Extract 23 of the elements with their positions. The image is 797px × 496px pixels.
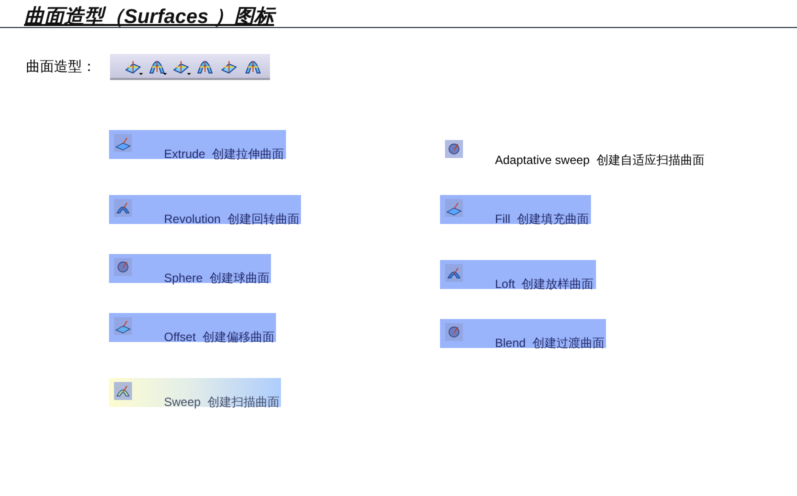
tool-description: Sweep 创建扫描曲面: [164, 395, 280, 409]
surface-tool-icon: [114, 382, 132, 400]
surface-dropdown-icon: [148, 58, 168, 76]
tool-description: Adaptative sweep 创建自适应扫描曲面: [495, 153, 704, 167]
tool-description: Offset 创建偏移曲面: [164, 330, 274, 344]
surface-tool-icon: [445, 264, 463, 282]
surface-dropdown-icon: [172, 58, 192, 76]
tool-description: Revolution 创建回转曲面: [164, 212, 300, 226]
surface-tool-icon: [114, 199, 132, 217]
tool-description: Blend 创建过渡曲面: [495, 336, 604, 350]
surface-tool-icon: [445, 140, 463, 158]
surface-tool-icon: [445, 323, 463, 341]
surface-tool-icon: [445, 199, 463, 217]
surface-tool-icon: [114, 134, 132, 152]
tool-description: Sphere 创建球曲面: [164, 271, 270, 285]
page-title: 曲面造型（Surfaces ）图标: [24, 6, 274, 28]
surface-dropdown-icon: [124, 58, 144, 76]
tool-description: Loft 创建放样曲面: [495, 277, 594, 291]
tool-description: Extrude 创建拉伸曲面: [164, 147, 284, 161]
tool-description: Fill 创建填充曲面: [495, 212, 589, 226]
surface-tool-icon: [114, 258, 132, 276]
toolbar-label: 曲面造型：: [26, 58, 96, 76]
surface-tool-icon: [114, 317, 132, 335]
